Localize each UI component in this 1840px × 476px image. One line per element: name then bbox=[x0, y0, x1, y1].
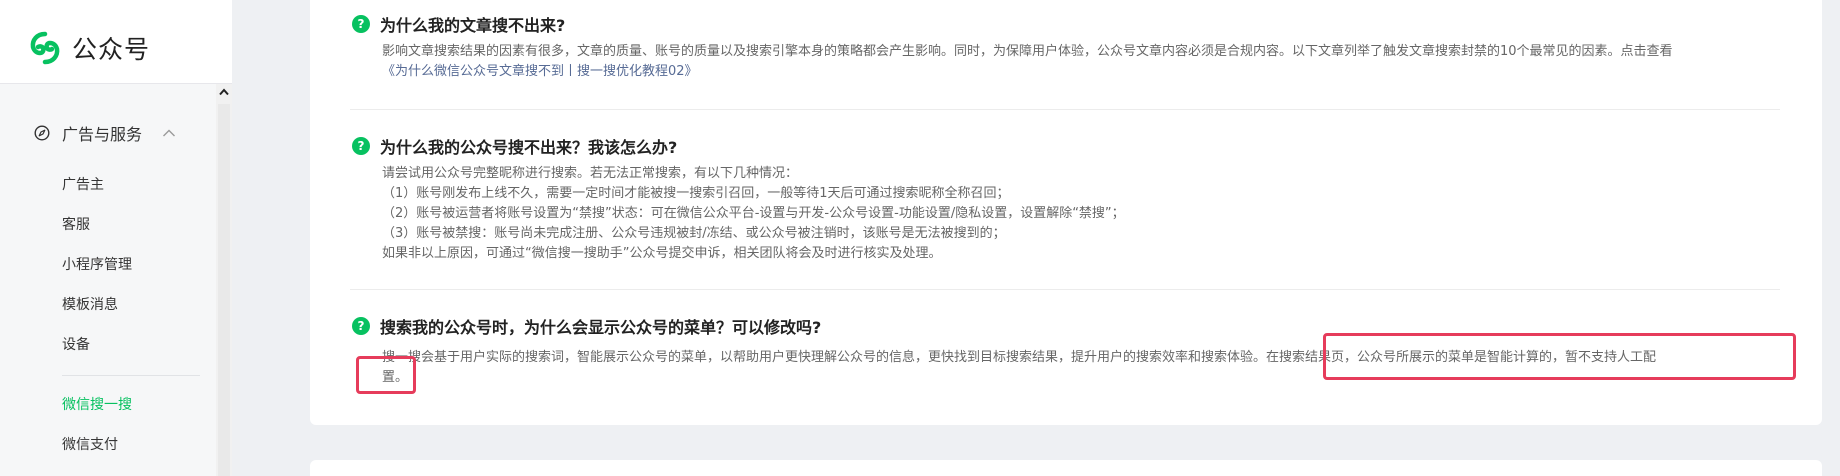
faq-question: ? 为什么我的文章搜不出来? bbox=[352, 12, 1782, 36]
sidebar-item-wechat-pay[interactable]: 微信支付 bbox=[62, 435, 118, 455]
faq-answer: 影响文章搜索结果的因素有很多，文章的质量、账号的质量以及搜索引擎本身的策略都会产… bbox=[382, 42, 1782, 82]
sidebar-item-device[interactable]: 设备 bbox=[62, 335, 90, 355]
app-window: 公众号 广告与服务 广告主 客服 小程序管理 模板消息 设备 微信搜一搜 微信支… bbox=[0, 0, 1840, 476]
faq-card: ? 为什么我的文章搜不出来? 影响文章搜索结果的因素有很多，文章的质量、账号的质… bbox=[310, 0, 1822, 425]
sidebar-group-label: 广告与服务 bbox=[62, 125, 143, 144]
sidebar-scrollbar-thumb[interactable] bbox=[218, 104, 230, 476]
faq-answer-line: 如果非以上原因，可通过“微信搜一搜助手”公众号提交申诉，相关团队将会及时进行核实… bbox=[382, 246, 942, 261]
faq-answer-line: （1）账号刚发布上线不久，需要一定时间才能被搜一搜索引召回，一般等待1天后可通过… bbox=[382, 186, 1010, 201]
sidebar-item-wechat-search[interactable]: 微信搜一搜 bbox=[62, 395, 132, 415]
sidebar-item-divider bbox=[62, 375, 200, 376]
sidebar-item-miniprogram[interactable]: 小程序管理 bbox=[62, 255, 132, 275]
wechat-official-logo-icon bbox=[30, 31, 60, 65]
faq-answer-line: （3）账号被禁搜：账号尚未完成注册、公众号违规被封/冻结、或公众号被注销时，该账… bbox=[382, 226, 1006, 241]
next-card bbox=[310, 460, 1822, 476]
sidebar-item-advertiser[interactable]: 广告主 bbox=[62, 175, 104, 195]
faq-answer-text: 搜一搜会基于用户实际的搜索词，智能展示公众号的菜单，以帮助用户更快理解公众号的信… bbox=[382, 350, 1267, 365]
scroll-up-button[interactable] bbox=[216, 84, 232, 100]
faq-divider bbox=[350, 109, 1780, 110]
question-mark-icon: ? bbox=[352, 15, 370, 33]
faq-answer-line: 请尝试用公众号完整昵称进行搜索。若无法正常搜索，有以下几种情况： bbox=[382, 166, 799, 181]
brand-logo[interactable]: 公众号 bbox=[28, 28, 150, 68]
question-mark-icon: ? bbox=[352, 137, 370, 155]
tutorial-link[interactable]: 《为什么微信公众号文章搜不到丨搜一搜优化教程02》 bbox=[382, 64, 698, 79]
faq-item-account-not-found: ? 为什么我的公众号搜不出来？我该怎么办? 请尝试用公众号完整昵称进行搜索。若无… bbox=[352, 134, 1782, 264]
brand-name: 公众号 bbox=[72, 35, 151, 64]
faq-answer-line: （2）账号被运营者将账号设置为“禁搜”状态：可在微信公众平台-设置与开发-公众号… bbox=[382, 206, 1125, 221]
faq-question: ? 为什么我的公众号搜不出来？我该怎么办? bbox=[352, 134, 1782, 158]
sidebar-item-template-message[interactable]: 模板消息 bbox=[62, 295, 118, 315]
compass-icon bbox=[34, 125, 50, 141]
faq-answer: 请尝试用公众号完整昵称进行搜索。若无法正常搜索，有以下几种情况： （1）账号刚发… bbox=[382, 164, 1782, 264]
faq-question-text: 为什么我的文章搜不出来? bbox=[380, 16, 566, 35]
sidebar-group-ads-services[interactable]: 广告与服务 bbox=[34, 119, 176, 147]
caret-up-icon bbox=[219, 88, 229, 96]
faq-question-text: 搜索我的公众号时，为什么会显示公众号的菜单？可以修改吗? bbox=[380, 318, 822, 337]
question-mark-icon: ? bbox=[352, 317, 370, 335]
faq-divider bbox=[350, 289, 1780, 290]
faq-item-article-not-found: ? 为什么我的文章搜不出来? 影响文章搜索结果的因素有很多，文章的质量、账号的质… bbox=[352, 12, 1782, 82]
faq-answer-text: 影响文章搜索结果的因素有很多，文章的质量、账号的质量以及搜索引擎本身的策略都会产… bbox=[382, 44, 1673, 59]
faq-question-text: 为什么我的公众号搜不出来？我该怎么办? bbox=[380, 138, 678, 157]
highlight-box bbox=[1323, 333, 1796, 380]
highlight-box bbox=[356, 356, 416, 394]
sidebar-item-customer-service[interactable]: 客服 bbox=[62, 215, 90, 235]
chevron-up-icon[interactable] bbox=[162, 128, 176, 138]
